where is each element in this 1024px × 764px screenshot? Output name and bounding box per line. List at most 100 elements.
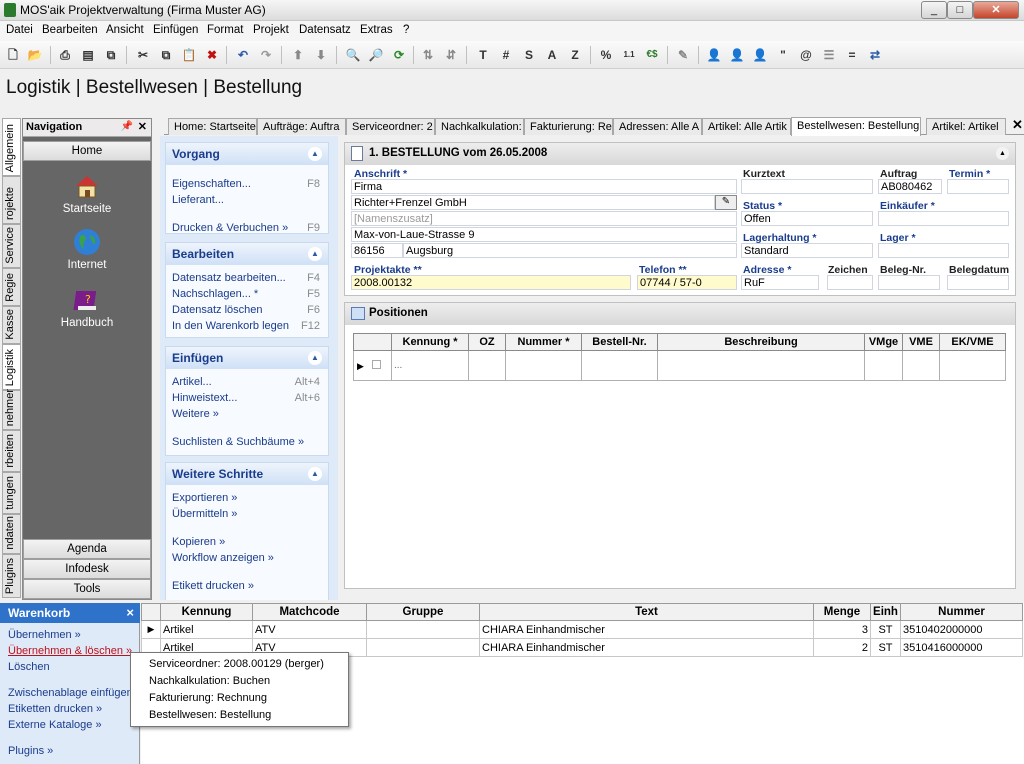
vtab-kasse[interactable]: Kasse [2,306,21,344]
swap-icon[interactable]: ⇄ [865,45,885,65]
copy-icon[interactable]: ⧉ [101,45,121,65]
link-workflow[interactable]: Workflow anzeigen » [172,552,274,564]
field-lager[interactable] [878,243,1009,258]
sort-desc-icon[interactable]: ⇵ [441,45,461,65]
field-kurztext[interactable] [741,179,873,194]
tab-adressen[interactable]: Adressen: Alle A [613,118,702,135]
search-next-icon[interactable]: 🔎 [366,45,386,65]
menu-bearbeiten[interactable]: Bearbeiten [42,24,98,36]
line-icon[interactable]: ☰ [819,45,839,65]
menu-datei[interactable]: Datei [6,24,33,36]
link-weitere[interactable]: Weitere » [172,408,219,420]
vtab-projekte[interactable]: rojekte [2,176,21,224]
menu-format[interactable]: Format [207,24,243,36]
header-vmge[interactable]: VMge [864,333,903,351]
table-row[interactable]: ▶ Artikel ATV CHIARA Einhandmischer 3 ST… [141,620,1023,639]
link-loeschen[interactable]: Löschen [8,661,50,673]
link-exportieren[interactable]: Exportieren » [172,492,237,504]
cell-oz[interactable] [468,350,506,381]
field-ort[interactable]: Augsburg [403,243,737,258]
header-bestell-nr[interactable]: Bestell-Nr. [581,333,658,351]
link-drucken-verbuchen[interactable]: Drucken & Verbuchen » [172,222,288,234]
insert-a-icon[interactable]: A [542,45,562,65]
cell-bestell-nr[interactable] [581,350,658,381]
menu-extras[interactable]: Extras [360,24,393,36]
link-nachschlagen[interactable]: Nachschlagen... * [172,288,258,300]
field-plz[interactable]: 86156 [351,243,403,258]
field-namenszusatz[interactable]: [Namenszusatz] [351,211,737,226]
refresh-icon[interactable]: ⟳ [389,45,409,65]
link-datensatz-loeschen[interactable]: Datensatz löschen [172,304,263,316]
field-status[interactable]: Offen [741,211,873,226]
menu-projekt[interactable]: Projekt [253,24,289,36]
at-icon[interactable]: @ [796,45,816,65]
close-window-button[interactable]: ✕ [973,1,1019,19]
tab-nachkalkulation[interactable]: Nachkalkulation: [435,118,524,135]
vtab-buchungen[interactable]: tungen [2,472,21,514]
tab-serviceordner[interactable]: Serviceordner: 2 [346,118,435,135]
percent-icon[interactable]: % [596,45,616,65]
pin-icon[interactable]: 📌 [121,121,133,132]
cell-ek-vme[interactable] [939,350,1006,381]
header-beschreibung[interactable]: Beschreibung [657,333,865,351]
group-vorgang-header[interactable]: Vorgang ▲ [166,143,328,165]
nav-startseite[interactable]: Startseite [23,171,151,215]
popup-item-nachkalkulation[interactable]: Nachkalkulation: Buchen [131,673,348,690]
nav-handbuch[interactable]: ? Handbuch [23,285,151,329]
link-hinweistext[interactable]: Hinweistext... [172,392,237,404]
cell-beschreibung[interactable] [657,350,865,381]
user-blue-icon[interactable]: 👤 [704,45,724,65]
field-telefon[interactable]: 07744 / 57-0 [637,275,737,290]
table-row[interactable]: ▶ ... [353,350,1006,381]
header-nummer[interactable]: Nummer [900,603,1023,621]
header-menge[interactable]: Menge [813,603,871,621]
insert-z-icon[interactable]: Z [565,45,585,65]
header-matchcode[interactable]: Matchcode [252,603,367,621]
field-anrede[interactable]: Firma [351,179,737,194]
collapse-icon[interactable]: ▲ [308,351,322,365]
link-etikett-drucken[interactable]: Etikett drucken » [172,580,254,592]
field-belegdatum[interactable] [947,275,1009,290]
currency-icon[interactable]: €$ [642,45,662,65]
group-einfuegen-header[interactable]: Einfügen ▲ [166,347,328,369]
quote-icon[interactable]: " [773,45,793,65]
nav-home-button[interactable]: Home [23,141,151,161]
minimize-button[interactable]: _ [921,1,947,19]
collapse-icon[interactable]: ▲ [308,147,322,161]
collapse-icon[interactable]: ▲ [308,247,322,261]
header-ek-vme[interactable]: EK/VME [939,333,1006,351]
field-beleg-nr[interactable] [878,275,940,290]
paste-icon[interactable]: 📋 [179,45,199,65]
undo-icon[interactable]: ↶ [233,45,253,65]
field-strasse[interactable]: Max-von-Laue-Strasse 9 [351,227,737,242]
cell-nummer[interactable] [505,350,582,381]
cut-icon[interactable]: ✂ [133,45,153,65]
group-weitere-header[interactable]: Weitere Schritte ▲ [166,463,328,485]
field-lagerhaltung[interactable]: Standard [741,243,873,258]
link-artikel[interactable]: Artikel... [172,376,212,388]
tab-auftraege[interactable]: Aufträge: Auftra [257,118,346,135]
print-icon[interactable]: ⎙ [55,45,75,65]
insert-text-icon[interactable]: T [473,45,493,65]
maximize-button[interactable]: □ [947,1,973,19]
move-up-icon[interactable]: ⬆ [288,45,308,65]
header-vme[interactable]: VME [902,333,940,351]
link-lieferant[interactable]: Lieferant... [172,194,224,206]
header-nummer[interactable]: Nummer * [505,333,582,351]
link-eigenschaften[interactable]: Eigenschaften... [172,178,251,190]
vtab-regie[interactable]: Regie [2,268,21,306]
numbering-icon[interactable]: 1.1 [619,45,639,65]
address-lookup-icon[interactable]: ✎ [715,195,737,210]
link-etiketten-drucken[interactable]: Etiketten drucken » [8,703,102,715]
group-bearbeiten-header[interactable]: Bearbeiten ▲ [166,243,328,265]
cell-kennung[interactable]: ... [391,350,469,381]
new-icon[interactable]: 🗋 [3,45,23,65]
header-gruppe[interactable]: Gruppe [366,603,480,621]
link-externe-kataloge[interactable]: Externe Kataloge » [8,719,102,731]
field-firma[interactable]: Richter+Frenzel GmbH [351,195,715,210]
delete-icon[interactable]: ✖ [202,45,222,65]
field-termin[interactable] [947,179,1009,194]
header-kennung[interactable]: Kennung [160,603,253,621]
link-kopieren[interactable]: Kopieren » [172,536,225,548]
redo-icon[interactable]: ↷ [256,45,276,65]
